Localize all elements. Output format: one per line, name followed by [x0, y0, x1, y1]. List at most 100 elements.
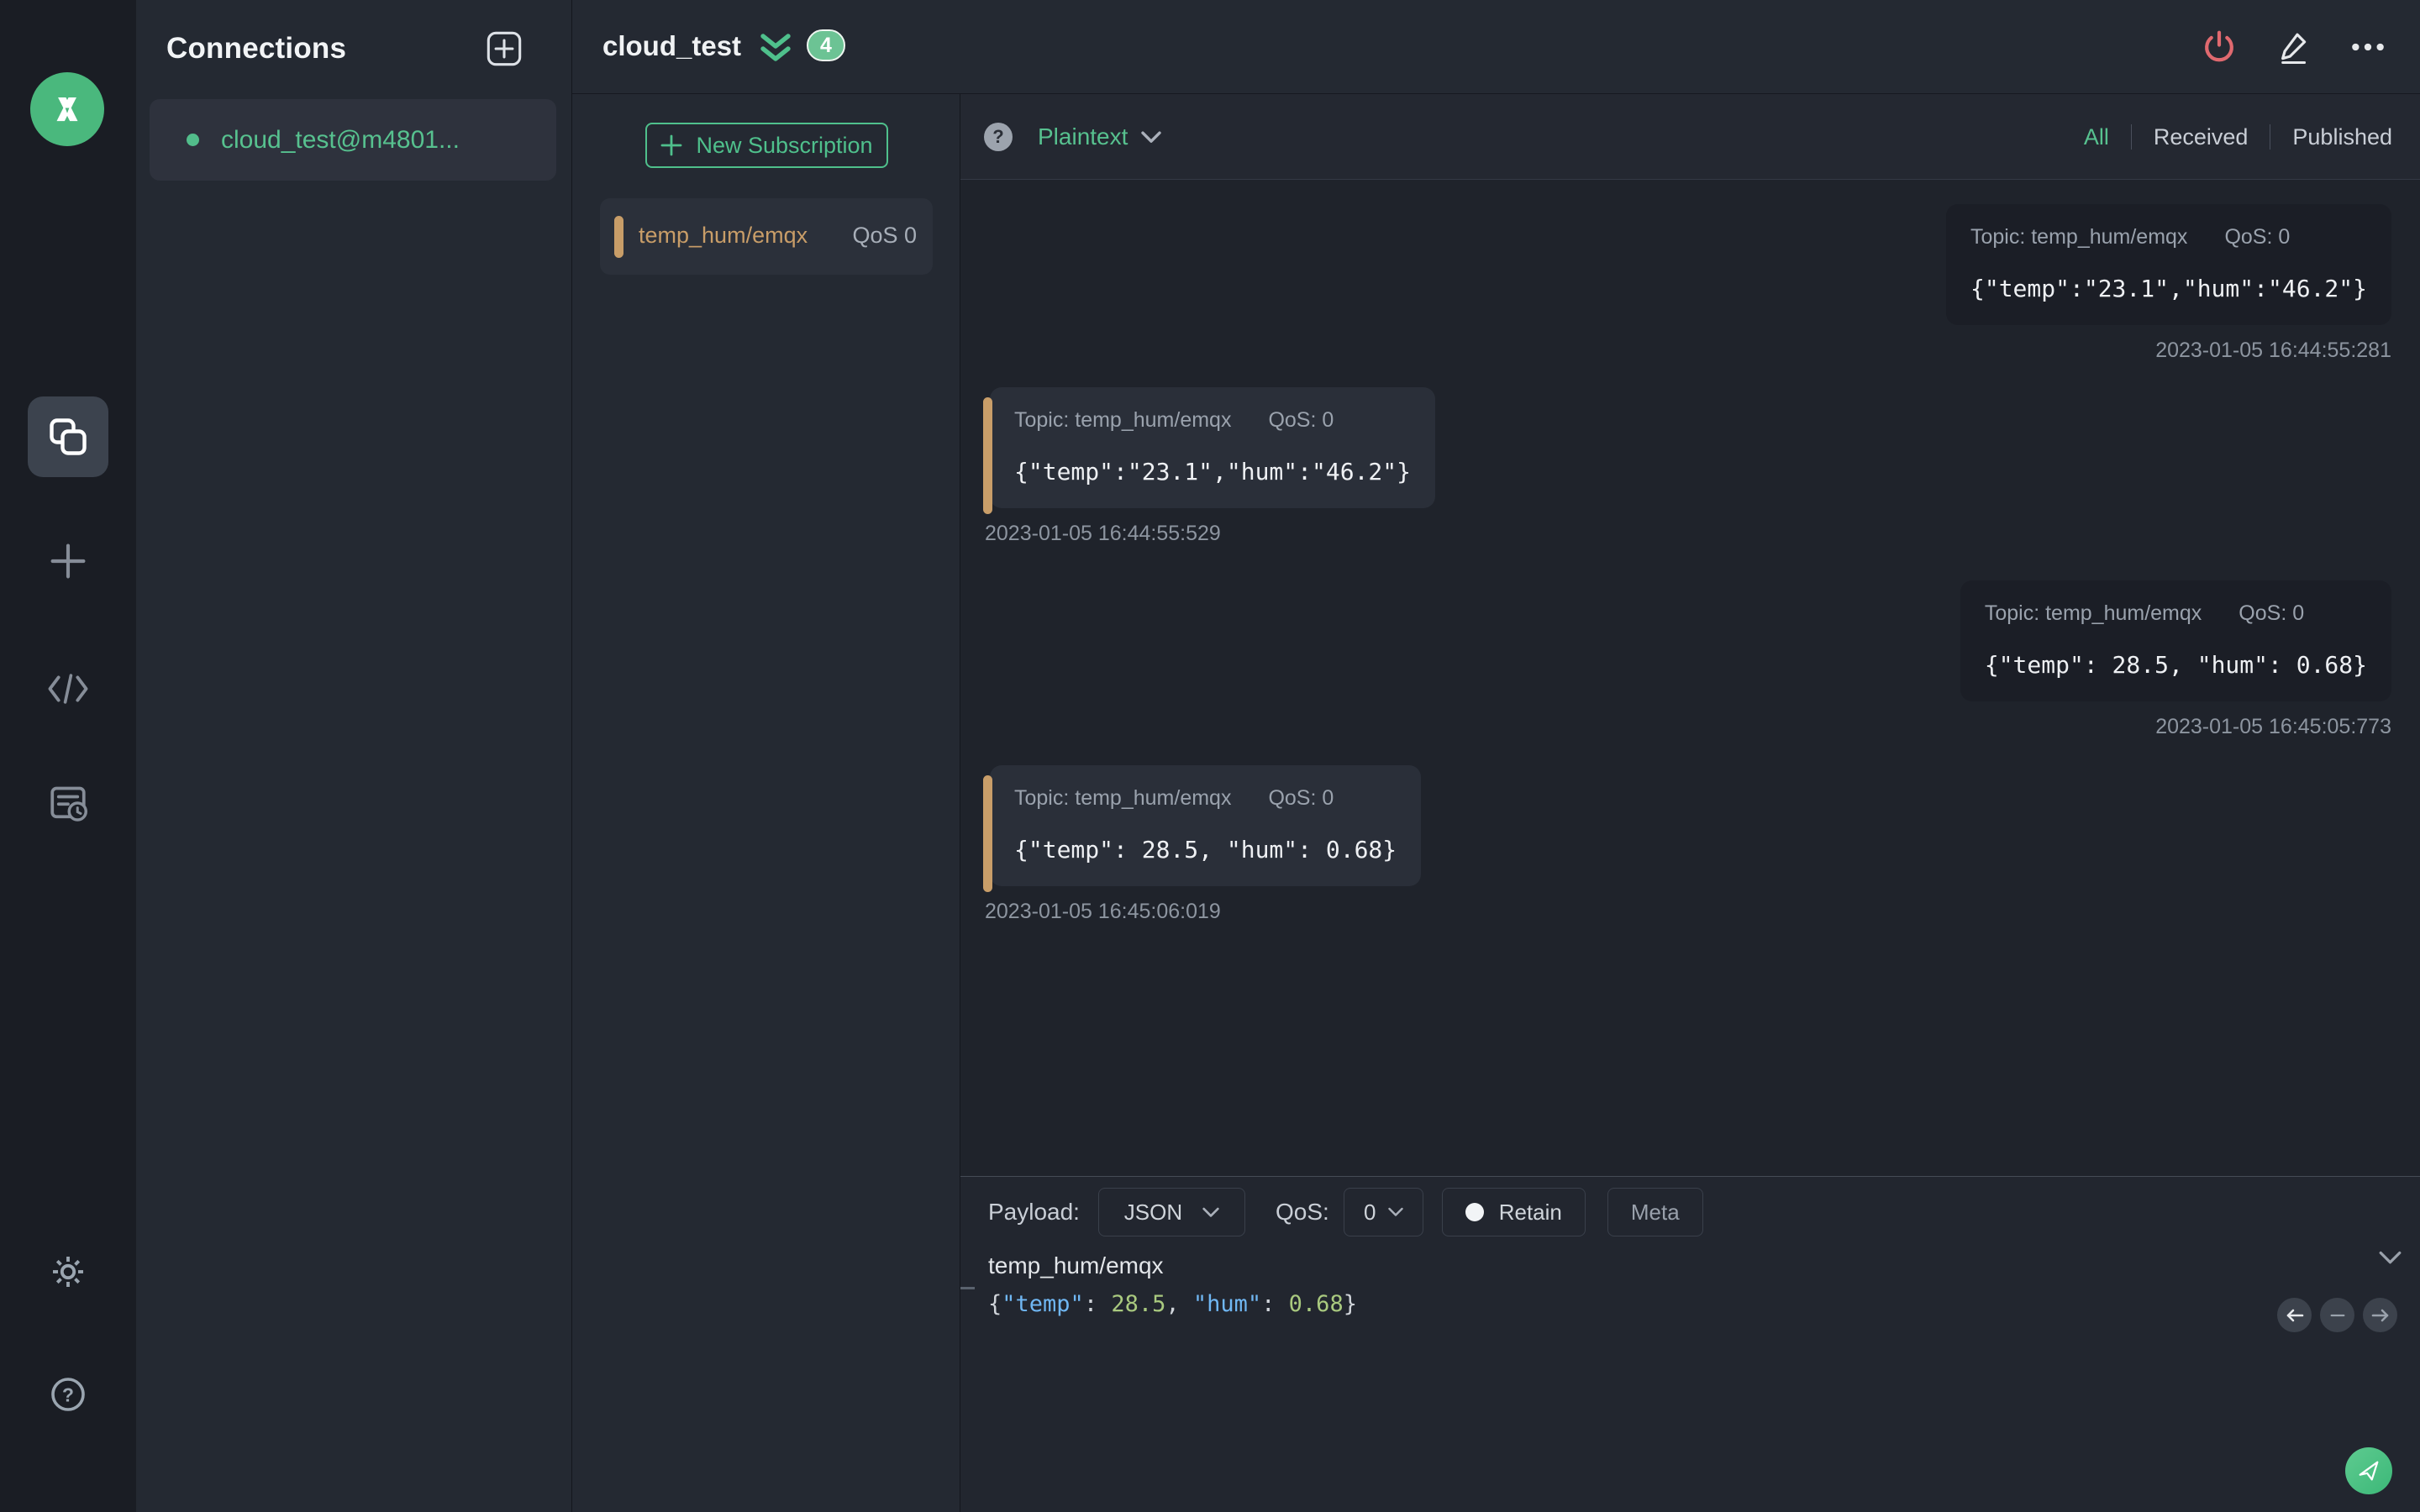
- meta-button[interactable]: Meta: [1607, 1188, 1703, 1236]
- message-meta: Topic: temp_hum/emqx QoS: 0: [1970, 225, 2367, 249]
- sidebar-item-log[interactable]: [0, 781, 136, 825]
- message-published: Topic: temp_hum/emqx QoS: 0 {"temp":"23.…: [1945, 204, 2391, 363]
- filter-received[interactable]: Received: [2154, 124, 2249, 150]
- subscription-qos: QoS 0: [852, 223, 917, 248]
- retain-label: Retain: [1498, 1199, 1562, 1225]
- message-topic: Topic: temp_hum/emqx: [1014, 408, 1232, 432]
- connection-header: cloud_test 4: [572, 0, 2420, 94]
- app-sidebar: ?: [0, 0, 136, 1512]
- subscription-topic: temp_hum/emqx: [639, 223, 808, 248]
- send-message-button[interactable]: [2345, 1447, 2392, 1494]
- edit-connection-button[interactable]: [2275, 29, 2311, 65]
- collapse-connection-chevrons[interactable]: [759, 34, 792, 68]
- message-meta: Topic: temp_hum/emqx QoS: 0: [1985, 601, 2367, 626]
- plus-icon: [661, 134, 682, 156]
- sidebar-new-connection-button[interactable]: [0, 541, 136, 581]
- log-icon: [50, 786, 87, 822]
- panel-resize-handle[interactable]: [960, 1287, 975, 1289]
- meta-label: Meta: [1630, 1199, 1680, 1225]
- chevron-down-icon: [1202, 1207, 1219, 1217]
- sidebar-help-button[interactable]: ?: [0, 1373, 136, 1416]
- message-qos: QoS: 0: [1268, 786, 1334, 810]
- plus-icon: [50, 543, 86, 579]
- history-next-button[interactable]: [2363, 1298, 2397, 1332]
- mqttx-logo: [30, 72, 104, 146]
- message-payload: {"temp":"23.1","hum":"46.2"}: [1014, 458, 1412, 486]
- qos-label: QoS:: [1275, 1199, 1329, 1225]
- add-connection-button[interactable]: [486, 30, 523, 67]
- message-color-bar: [983, 397, 992, 514]
- message-card: Topic: temp_hum/emqx QoS: 0 {"temp": 28.…: [990, 765, 1422, 886]
- mqttx-app-window: ? Connections cloud_test@m4801... cloud_…: [0, 0, 2420, 1512]
- plus-square-icon: [487, 31, 522, 66]
- filter-divider: [2130, 124, 2132, 150]
- message-meta: Topic: temp_hum/emqx QoS: 0: [1014, 786, 1397, 811]
- payload-format-label: Payload:: [988, 1199, 1080, 1225]
- arrow-left-icon: [2286, 1309, 2303, 1321]
- sidebar-item-connections[interactable]: [28, 396, 108, 477]
- topic-input[interactable]: temp_hum/emqx: [988, 1252, 1164, 1279]
- new-subscription-button[interactable]: New Subscription: [645, 123, 888, 168]
- publish-panel: Payload: JSON QoS: 0 Retain Meta temp_hu…: [960, 1176, 2420, 1512]
- header-actions: [2202, 0, 2386, 94]
- filter-published[interactable]: Published: [2292, 124, 2392, 150]
- subscription-color-bar: [614, 216, 623, 258]
- payload-editor[interactable]: {"temp": 28.5, "hum": 0.68}: [988, 1291, 1357, 1317]
- message-payload: {"temp":"23.1","hum":"46.2"}: [1970, 275, 2367, 302]
- mqttx-logo-mark: [56, 97, 78, 122]
- qos-value: 0: [1364, 1199, 1376, 1225]
- payload-help-icon[interactable]: ?: [984, 123, 1013, 151]
- message-card: Topic: temp_hum/emqx QoS: 0 {"temp": 28.…: [1960, 580, 2391, 701]
- message-topic: Topic: temp_hum/emqx: [1984, 601, 2202, 625]
- message-format-select[interactable]: Plaintext: [1038, 94, 1162, 180]
- message-published: Topic: temp_hum/emqx QoS: 0 {"temp": 28.…: [1960, 580, 2391, 739]
- messages-toolbar: ? Plaintext All Received Published: [960, 94, 2420, 180]
- message-count-badge: 4: [807, 29, 845, 61]
- help-circle-icon: ?: [51, 1378, 85, 1411]
- history-clear-button[interactable]: [2320, 1298, 2354, 1332]
- history-prev-button[interactable]: [2277, 1298, 2312, 1332]
- connections-header: Connections: [136, 0, 571, 99]
- minus-icon: [2330, 1314, 2344, 1316]
- code-icon: [48, 674, 88, 704]
- collapse-publish-panel-button[interactable]: [2379, 1251, 2402, 1269]
- message-topic: Topic: temp_hum/emqx: [1970, 225, 2188, 249]
- publish-topic-row: temp_hum/emqx: [988, 1249, 2361, 1283]
- message-received: Topic: temp_hum/emqx QoS: 0 {"temp":"23.…: [983, 387, 1436, 546]
- message-qos: QoS: 0: [1268, 408, 1334, 432]
- double-chevron-down-icon: [760, 34, 791, 61]
- sidebar-settings-button[interactable]: [0, 1250, 136, 1294]
- message-card: Topic: temp_hum/emqx QoS: 0 {"temp":"23.…: [990, 387, 1436, 508]
- message-color-bar: [983, 775, 992, 892]
- message-history-nav: [2277, 1298, 2397, 1332]
- payload-format-value: JSON: [1123, 1199, 1183, 1225]
- svg-text:?: ?: [62, 1383, 74, 1405]
- sidebar-item-script[interactable]: [0, 669, 136, 709]
- message-format-value: Plaintext: [1038, 123, 1128, 150]
- disconnect-button[interactable]: [2202, 29, 2237, 65]
- message-list: Topic: temp_hum/emqx QoS: 0 {"temp":"23.…: [960, 180, 2420, 1176]
- message-received: Topic: temp_hum/emqx QoS: 0 {"temp": 28.…: [983, 765, 1422, 924]
- message-card: Topic: temp_hum/emqx QoS: 0 {"temp":"23.…: [1945, 204, 2391, 325]
- subscriptions-column: New Subscription temp_hum/emqx QoS 0: [572, 94, 960, 1512]
- message-timestamp: 2023-01-05 16:44:55:529: [985, 522, 1221, 545]
- power-icon: [2205, 30, 2233, 62]
- retain-toggle[interactable]: Retain: [1441, 1188, 1586, 1236]
- message-topic: Topic: temp_hum/emqx: [1014, 786, 1232, 810]
- qos-select[interactable]: 0: [1343, 1188, 1423, 1236]
- subscription-item[interactable]: temp_hum/emqx QoS 0: [600, 198, 933, 275]
- filter-all[interactable]: All: [2084, 124, 2109, 150]
- chevron-down-icon: [1387, 1207, 1403, 1216]
- message-timestamp: 2023-01-05 16:45:06:019: [985, 900, 1221, 923]
- connection-status-dot: [187, 134, 199, 146]
- new-subscription-label: New Subscription: [696, 132, 873, 158]
- chevron-down-icon: [2379, 1251, 2402, 1264]
- message-timestamp: 2023-01-05 16:44:55:281: [2155, 339, 2391, 362]
- more-options-button[interactable]: [2349, 29, 2386, 65]
- main-area: cloud_test 4 New Subscription temp_hum/e…: [572, 0, 2420, 1512]
- connection-name: cloud_test@m4801...: [221, 125, 460, 154]
- connection-list-item[interactable]: cloud_test@m4801...: [150, 99, 556, 181]
- connections-panel: Connections cloud_test@m4801...: [136, 0, 572, 1512]
- payload-format-select[interactable]: JSON: [1097, 1188, 1245, 1236]
- messages-column: ? Plaintext All Received Published Topic…: [960, 94, 2420, 1512]
